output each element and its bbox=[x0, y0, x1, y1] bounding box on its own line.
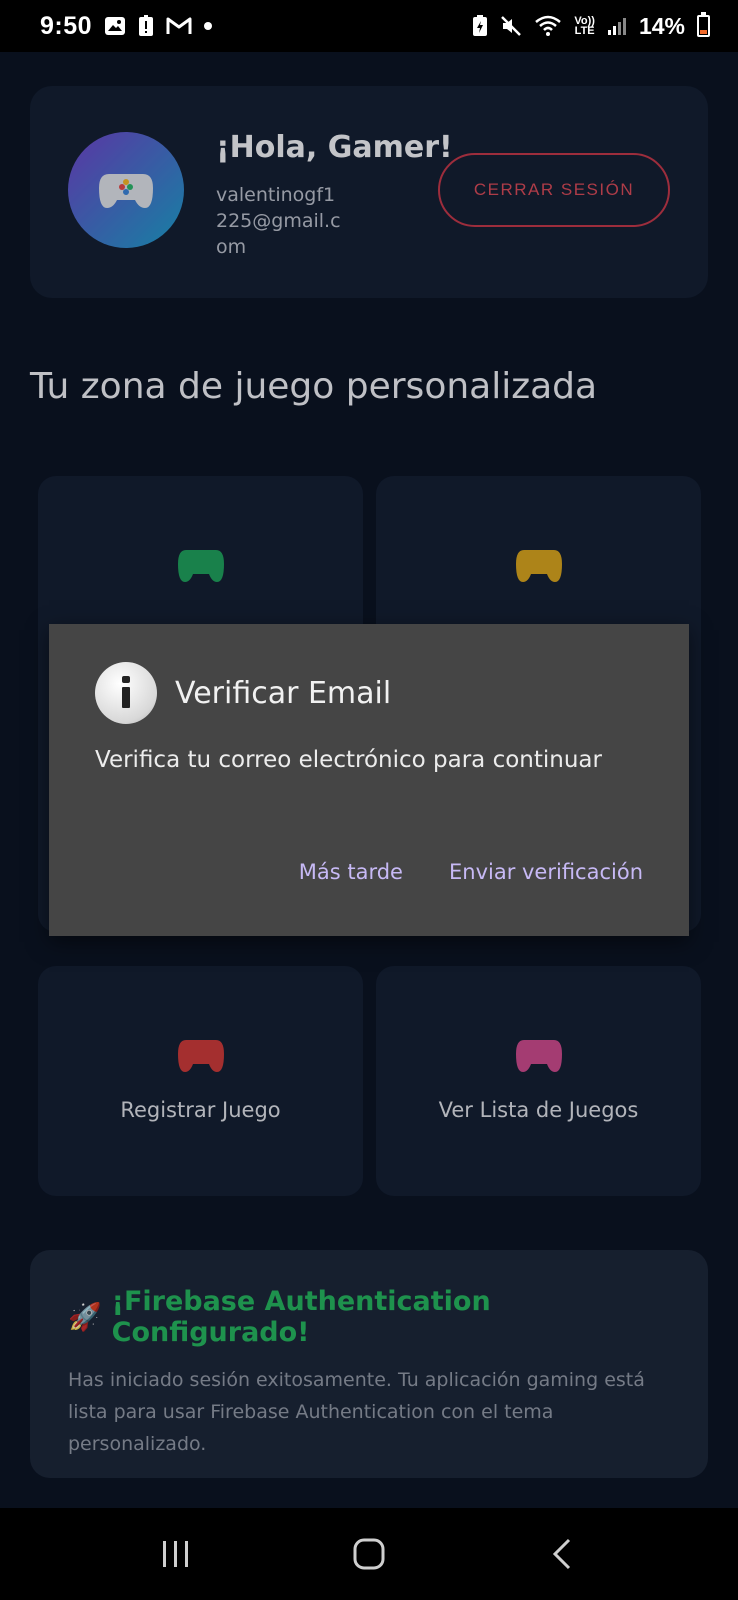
dialog-title: Verificar Email bbox=[175, 675, 392, 711]
home-button[interactable] bbox=[339, 1524, 399, 1584]
signal-icon bbox=[607, 16, 627, 36]
battery-percent: 14% bbox=[638, 12, 685, 39]
battery-icon bbox=[697, 12, 710, 37]
navigation-bar bbox=[0, 1508, 738, 1600]
alert-battery-icon bbox=[138, 15, 154, 37]
back-button[interactable] bbox=[532, 1524, 592, 1584]
volte-indicator: Vo)) LTE bbox=[574, 16, 595, 37]
dialog-actions: Más tarde Enviar verificación bbox=[299, 860, 643, 884]
dialog-message: Verifica tu correo electrónico para cont… bbox=[95, 747, 602, 773]
mute-icon bbox=[500, 15, 522, 37]
volte-line2: LTE bbox=[574, 25, 595, 37]
wifi-icon bbox=[534, 15, 562, 37]
status-bar: 9:50 Vo)) LTE 14% bbox=[0, 0, 738, 52]
recents-icon bbox=[163, 1541, 189, 1567]
recent-apps-button[interactable] bbox=[146, 1524, 206, 1584]
info-icon bbox=[95, 662, 157, 724]
status-time: 9:50 bbox=[40, 11, 93, 40]
gallery-icon bbox=[104, 16, 126, 36]
notification-dot-icon bbox=[204, 22, 213, 30]
send-verification-button[interactable]: Enviar verificación bbox=[449, 860, 643, 884]
back-icon bbox=[552, 1538, 570, 1570]
battery-saver-icon bbox=[472, 15, 488, 37]
later-button[interactable]: Más tarde bbox=[299, 860, 403, 884]
verify-email-dialog: Verificar Email Verifica tu correo elect… bbox=[49, 624, 689, 936]
home-icon bbox=[353, 1538, 385, 1570]
status-right: Vo)) LTE 14% bbox=[472, 12, 710, 40]
status-left: 9:50 bbox=[40, 11, 213, 41]
gmail-icon bbox=[166, 16, 192, 36]
dialog-header: Verificar Email bbox=[95, 662, 391, 724]
